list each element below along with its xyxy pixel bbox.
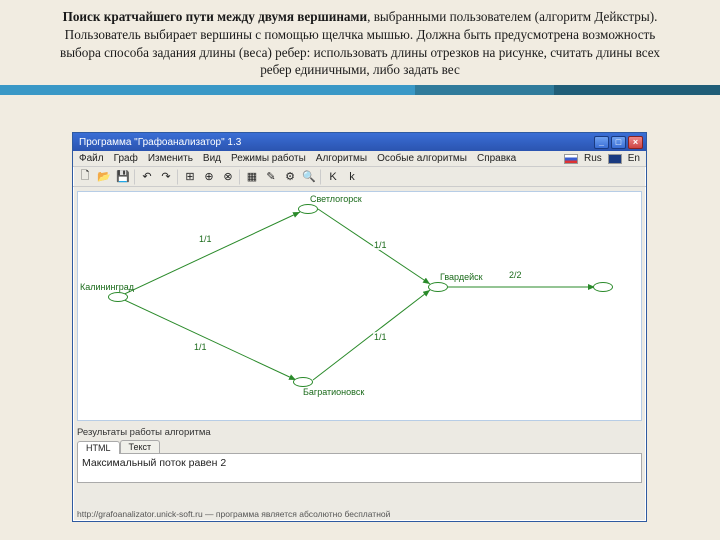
flag-en-icon[interactable]	[608, 154, 622, 164]
k-lower-icon[interactable]: k	[344, 169, 360, 185]
edge-label: 1/1	[193, 342, 208, 352]
divider	[320, 169, 322, 185]
statusbar: http://grafoanalizator.unick-soft.ru — п…	[77, 509, 642, 519]
decor-band	[0, 85, 720, 95]
divider	[239, 169, 241, 185]
minimize-button[interactable]: _	[594, 136, 609, 149]
menu-algorithms[interactable]: Алгоритмы	[316, 153, 367, 164]
divider	[177, 169, 179, 185]
edge[interactable]	[118, 212, 300, 297]
node-label: Гвардейск	[440, 272, 483, 282]
undo-icon[interactable]: ↶	[139, 169, 155, 185]
titlebar: Программа "Графоанализатор" 1.3 _ □ ×	[73, 133, 646, 151]
remove-node-icon[interactable]: ⊗	[220, 169, 236, 185]
menu-edit[interactable]: Изменить	[148, 153, 193, 164]
settings-icon[interactable]: ⚙	[282, 169, 298, 185]
graph-node[interactable]	[593, 282, 613, 292]
graph-node[interactable]	[428, 282, 448, 292]
graph-node[interactable]	[108, 292, 128, 302]
toolbar: 🗋 📂 💾 ↶ ↷ ⊞ ⊕ ⊗ ▦ ✎ ⚙ 🔍 K k	[73, 167, 646, 187]
tab-text[interactable]: Текст	[120, 440, 161, 453]
tab-html[interactable]: HTML	[77, 441, 120, 454]
lang-en[interactable]: En	[628, 153, 640, 164]
edit-icon[interactable]: ✎	[263, 169, 279, 185]
edge-label: 1/1	[198, 234, 213, 244]
zoom-icon[interactable]: 🔍	[301, 169, 317, 185]
node-label: Светлогорск	[310, 194, 362, 204]
flag-ru-icon[interactable]	[564, 154, 578, 164]
close-button[interactable]: ×	[628, 136, 643, 149]
output-text: Максимальный поток равен 2	[77, 453, 642, 483]
add-node-icon[interactable]: ⊕	[201, 169, 217, 185]
edge[interactable]	[313, 290, 430, 380]
edge[interactable]	[118, 297, 296, 380]
menu-special[interactable]: Особые алгоритмы	[377, 153, 467, 164]
grid-icon[interactable]: ⊞	[182, 169, 198, 185]
menu-modes[interactable]: Режимы работы	[231, 153, 306, 164]
graph-edges	[78, 192, 641, 420]
menubar: Файл Граф Изменить Вид Режимы работы Алг…	[73, 151, 646, 167]
app-window: Программа "Графоанализатор" 1.3 _ □ × Фа…	[72, 132, 647, 522]
menu-help[interactable]: Справка	[477, 153, 516, 164]
node-label: Калининград	[80, 282, 134, 292]
edge-label: 1/1	[373, 240, 388, 250]
maximize-button[interactable]: □	[611, 136, 626, 149]
graph-canvas[interactable]: Светлогорск Калининград Гвардейск Багратион…	[77, 191, 642, 421]
divider	[134, 169, 136, 185]
menu-view[interactable]: Вид	[203, 153, 221, 164]
menu-file[interactable]: Файл	[79, 153, 104, 164]
redo-icon[interactable]: ↷	[158, 169, 174, 185]
results-title: Результаты работы алгоритма	[77, 427, 642, 438]
slide-title-bold: Поиск кратчайшего пути между двумя верши…	[63, 9, 368, 24]
save-icon[interactable]: 💾	[115, 169, 131, 185]
slide-title: Поиск кратчайшего пути между двумя верши…	[0, 0, 720, 85]
results-panel: Результаты работы алгоритма HTML Текст М…	[77, 427, 642, 483]
k-upper-icon[interactable]: K	[325, 169, 341, 185]
lang-ru[interactable]: Rus	[584, 153, 602, 164]
window-title: Программа "Графоанализатор" 1.3	[79, 137, 594, 148]
node-label: Багратионовск	[303, 387, 364, 397]
graph-node[interactable]	[293, 377, 313, 387]
graph-node[interactable]	[298, 204, 318, 214]
menu-graph[interactable]: Граф	[114, 153, 138, 164]
edge-label: 2/2	[508, 270, 523, 280]
edge-label: 1/1	[373, 332, 388, 342]
new-icon[interactable]: 🗋	[77, 169, 93, 185]
matrix-icon[interactable]: ▦	[244, 169, 260, 185]
open-icon[interactable]: 📂	[96, 169, 112, 185]
